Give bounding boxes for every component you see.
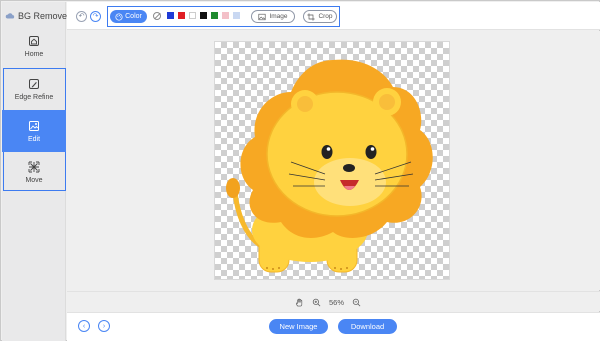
redo-button[interactable]: ↷ — [90, 11, 101, 22]
next-button[interactable]: › — [98, 320, 110, 332]
sidebar-item-label: Edit — [27, 135, 41, 143]
zoom-bar: 56% — [67, 291, 600, 311]
download-button[interactable]: Download — [338, 319, 397, 334]
image-button[interactable]: Image — [251, 10, 295, 23]
cloud-logo-icon — [5, 13, 15, 19]
chevron-left-icon: ‹ — [82, 322, 86, 330]
swatch-blue[interactable] — [167, 12, 174, 19]
hand-icon[interactable] — [295, 298, 304, 307]
image-icon — [258, 13, 266, 20]
crop-icon — [307, 12, 316, 21]
swatch-red[interactable] — [178, 12, 185, 19]
redo-icon: ↷ — [92, 13, 99, 20]
sidebar-item-edge-refine[interactable]: Edge Refine — [2, 69, 66, 109]
sidebar-item-edit[interactable]: Edit — [2, 110, 66, 152]
swatch-light-blue[interactable] — [233, 12, 240, 19]
editor-workspace — [67, 31, 600, 290]
sidebar-item-move[interactable]: Move — [2, 153, 66, 191]
move-icon — [28, 161, 40, 172]
palette-icon — [115, 12, 123, 21]
swatch-black[interactable] — [200, 12, 207, 19]
color-button-label: Color — [125, 13, 142, 20]
zoom-out-icon[interactable] — [352, 298, 361, 307]
swatch-transparent[interactable] — [153, 12, 161, 20]
app-title: BG Remover — [5, 9, 70, 23]
top-toolbar: ↶ ↷ Color Image Crop — [67, 2, 600, 30]
new-image-button[interactable]: New Image — [269, 319, 328, 334]
undo-button[interactable]: ↶ — [76, 11, 87, 22]
edit-image-icon — [29, 120, 39, 131]
swatch-white[interactable] — [189, 12, 196, 19]
edge-refine-icon — [29, 78, 39, 89]
sidebar-item-label: Edge Refine — [14, 93, 54, 101]
swatch-green[interactable] — [211, 12, 218, 19]
lion-image — [226, 59, 433, 273]
app-title-text: BG Remover — [18, 11, 71, 21]
color-button[interactable]: Color — [110, 10, 147, 23]
image-canvas[interactable] — [214, 41, 450, 280]
undo-icon: ↶ — [78, 13, 85, 20]
bottom-bar: ‹ › New Image Download — [67, 312, 600, 341]
sidebar-item-label: Home — [24, 50, 44, 58]
home-icon — [29, 35, 39, 46]
zoom-level: 56% — [329, 297, 345, 307]
swatch-pink[interactable] — [222, 12, 229, 19]
image-button-label: Image — [269, 13, 288, 20]
zoom-controls: 56% — [295, 296, 361, 308]
crop-button-label: Crop — [318, 13, 333, 20]
sidebar-item-label: Move — [25, 176, 43, 184]
crop-button[interactable]: Crop — [303, 10, 337, 23]
zoom-in-icon[interactable] — [312, 298, 321, 307]
previous-button[interactable]: ‹ — [78, 320, 90, 332]
sidebar: BG Remover Home Edge Refine Edit Move — [2, 2, 70, 341]
sidebar-item-home[interactable]: Home — [2, 28, 66, 64]
chevron-right-icon: › — [102, 322, 106, 330]
app-window: BG Remover Home Edge Refine Edit Move ↶ … — [0, 0, 600, 341]
